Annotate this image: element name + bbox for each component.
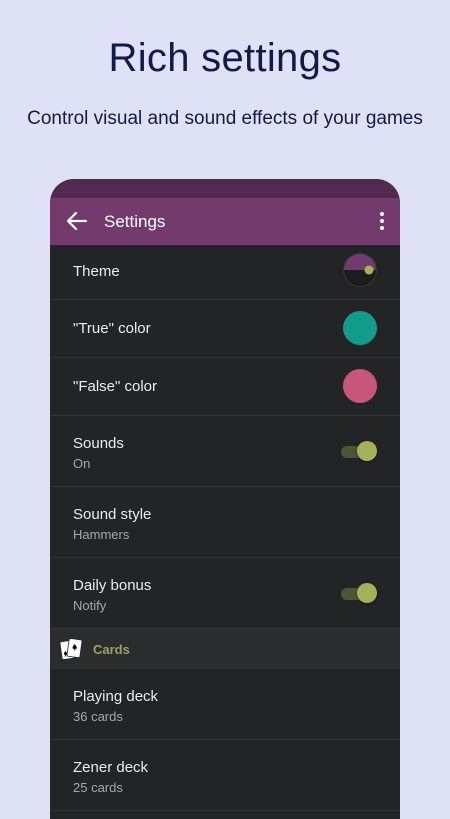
setting-label: Theme: [73, 263, 120, 280]
app-bar: Settings: [50, 198, 400, 245]
setting-value: 36 cards: [73, 709, 123, 724]
hero-subtitle: Control visual and sound effects of your…: [27, 108, 423, 129]
daily-bonus-toggle[interactable]: [341, 583, 377, 603]
setting-daily-bonus[interactable]: Daily bonus Notify: [50, 558, 400, 629]
setting-label: Daily bonus: [73, 577, 152, 594]
toggle-knob: [357, 441, 377, 461]
setting-label: Sound style: [73, 506, 152, 523]
playing-cards-icon: [59, 638, 83, 660]
app-bar-title: Settings: [104, 212, 166, 231]
setting-sounds[interactable]: Sounds On: [50, 416, 400, 487]
setting-false-color[interactable]: "False" color: [50, 358, 400, 416]
more-vert-icon[interactable]: [378, 211, 386, 231]
setting-playing-deck[interactable]: Playing deck 36 cards: [50, 669, 400, 740]
setting-label: Zener deck: [73, 759, 149, 776]
status-bar: [50, 179, 400, 198]
theme-icon: [343, 253, 377, 287]
arrow-back-icon[interactable]: [66, 211, 88, 231]
setting-label: "False" color: [73, 378, 158, 395]
section-header-cards: Cards: [50, 629, 400, 669]
setting-value: Hammers: [73, 527, 130, 542]
true-color-swatch: [343, 311, 377, 345]
setting-true-color[interactable]: "True" color: [50, 300, 400, 358]
setting-zener-deck[interactable]: Zener deck 25 cards: [50, 740, 400, 811]
phone-screen: Settings Theme "True" color "False" colo…: [50, 179, 400, 819]
toggle-knob: [357, 583, 377, 603]
setting-value: 25 cards: [73, 780, 123, 795]
false-color-swatch: [343, 369, 377, 403]
hero-title: Rich settings: [108, 36, 342, 80]
setting-theme[interactable]: Theme: [50, 245, 400, 300]
setting-label: "True" color: [73, 320, 151, 337]
setting-value: On: [73, 456, 91, 471]
setting-value: Notify: [73, 598, 107, 613]
setting-label: Playing deck: [73, 688, 159, 705]
setting-sound-style[interactable]: Sound style Hammers: [50, 487, 400, 558]
sounds-toggle[interactable]: [341, 441, 377, 461]
section-label: Cards: [93, 642, 130, 657]
setting-label: Sounds: [73, 435, 124, 452]
